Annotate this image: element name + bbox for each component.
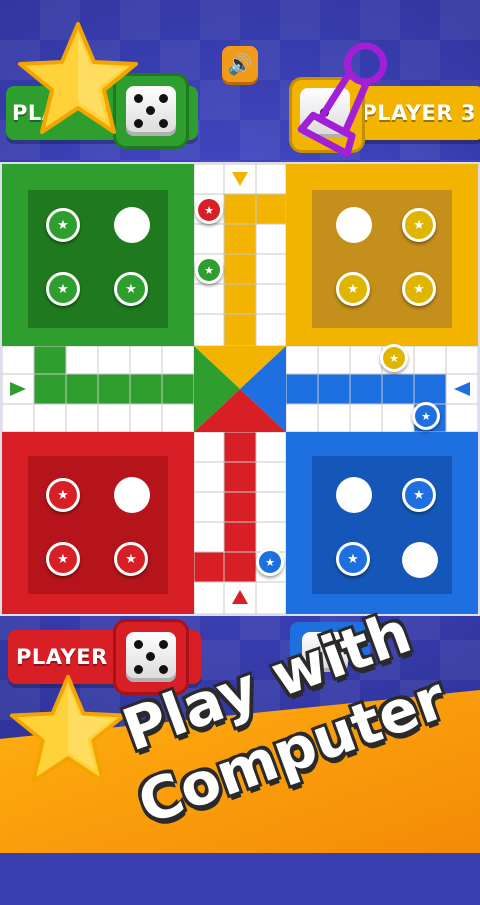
- speaker-icon: 🔊: [227, 52, 253, 76]
- center-home: [194, 346, 286, 432]
- blue-token[interactable]: ★: [402, 478, 436, 512]
- yellow-home-inner: ★ ★ ★: [312, 190, 452, 328]
- green-home-inner: ★ ★ ★: [28, 190, 168, 328]
- blue-empty-spot: [336, 477, 372, 513]
- yellow-home: ★ ★ ★: [286, 164, 478, 354]
- blue-token-on-track[interactable]: ★: [256, 548, 284, 576]
- red-home: ★ ★ ★: [2, 430, 194, 614]
- blue-token[interactable]: ★: [336, 542, 370, 576]
- blue-empty-spot: [402, 542, 438, 578]
- red-token-on-track[interactable]: ★: [195, 196, 223, 224]
- ludo-board: ★ ★ ★ ★ ★ ★ ★ ★ ★ ★ ★ ★ ★ ★ ★ ★: [2, 164, 478, 614]
- green-token[interactable]: ★: [114, 272, 148, 306]
- yellow-token[interactable]: ★: [402, 272, 436, 306]
- red-token[interactable]: ★: [46, 542, 80, 576]
- player-1-label: PLAYER 1: [16, 645, 131, 669]
- star-decoration-icon: [18, 22, 138, 134]
- red-home-inner: ★ ★ ★: [28, 456, 168, 594]
- bottom-track: [194, 432, 286, 614]
- sound-button[interactable]: 🔊: [222, 46, 258, 82]
- green-token-on-track[interactable]: ★: [195, 256, 223, 284]
- red-token[interactable]: ★: [114, 542, 148, 576]
- green-home: ★ ★ ★: [2, 164, 194, 354]
- blue-token-on-track[interactable]: ★: [412, 402, 440, 430]
- yellow-token[interactable]: ★: [402, 208, 436, 242]
- red-empty-spot: [114, 477, 150, 513]
- green-token[interactable]: ★: [46, 272, 80, 306]
- blue-home: ★ ★: [286, 430, 478, 614]
- green-empty-spot: [114, 207, 150, 243]
- top-track: [194, 164, 286, 346]
- green-token[interactable]: ★: [46, 208, 80, 242]
- blue-home-inner: ★ ★: [312, 456, 452, 594]
- yellow-token[interactable]: ★: [336, 272, 370, 306]
- left-track: [2, 346, 194, 432]
- yellow-token-on-track[interactable]: ★: [380, 344, 408, 372]
- yellow-empty-spot: [336, 207, 372, 243]
- red-token[interactable]: ★: [46, 478, 80, 512]
- player-1-dice[interactable]: [126, 632, 176, 682]
